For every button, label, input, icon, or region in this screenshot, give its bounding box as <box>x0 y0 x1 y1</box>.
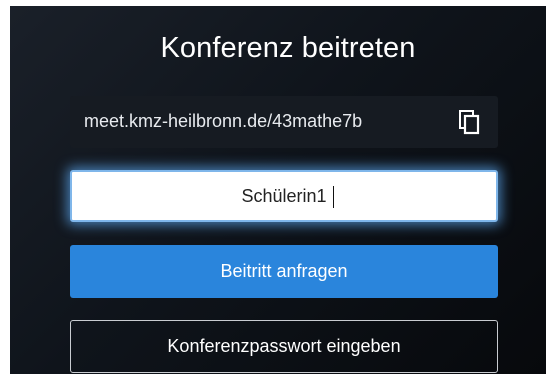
meeting-url: meet.kmz-heilbronn.de/43mathe7b <box>84 111 363 131</box>
text-caret <box>333 186 334 208</box>
enter-password-button[interactable]: Konferenzpasswort eingeben <box>70 320 498 373</box>
dialog-title: Konferenz beitreten <box>160 32 416 64</box>
copy-icon[interactable] <box>458 109 480 135</box>
join-conference-dialog: Konferenz beitreten meet.kmz-heilbronn.d… <box>10 6 546 374</box>
meeting-url-box: meet.kmz-heilbronn.de/43mathe7b <box>70 96 498 148</box>
display-name-input[interactable] <box>70 170 498 222</box>
request-join-button[interactable]: Beitritt anfragen <box>70 245 498 298</box>
